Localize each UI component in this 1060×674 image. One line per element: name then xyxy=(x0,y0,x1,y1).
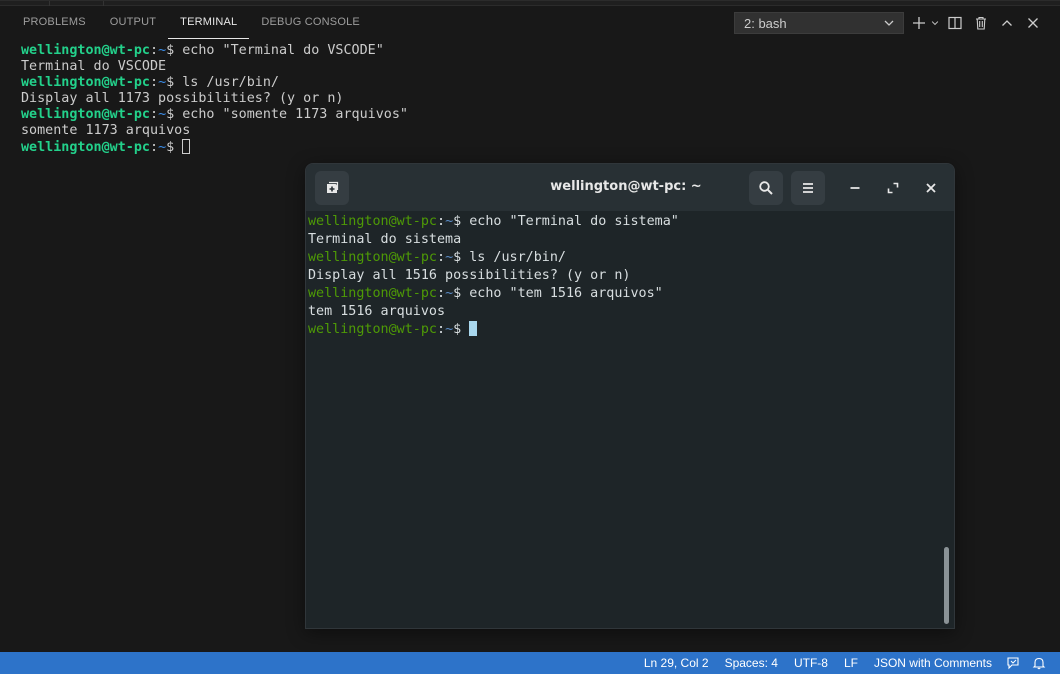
prompt-path: ~ xyxy=(445,214,454,229)
prompt-path: ~ xyxy=(445,286,454,301)
vscode-terminal-output[interactable]: wellington@wt-pc:~$ echo "Terminal do VS… xyxy=(21,43,408,156)
output-line: somente 1173 arquivos xyxy=(21,123,191,138)
terminal-line: wellington@wt-pc:~$ echo "Terminal do si… xyxy=(308,214,679,229)
terminal-line: wellington@wt-pc:~$ ls /usr/bin/ xyxy=(21,75,279,90)
bell-icon xyxy=(1032,657,1046,670)
minimize-icon xyxy=(850,187,860,189)
prompt-path: ~ xyxy=(158,140,167,155)
maximize-icon xyxy=(887,182,899,194)
prompt-user: wellington@wt-pc xyxy=(308,214,437,229)
terminal-cursor xyxy=(469,321,478,336)
terminal-actions: 2: bash xyxy=(734,12,1046,34)
prompt-user: wellington@wt-pc xyxy=(308,322,437,337)
output-line: Terminal do sistema xyxy=(308,232,462,247)
gnome-terminal-headerbar: wellington@wt-pc: ~ xyxy=(306,164,954,211)
close-icon xyxy=(1028,18,1038,28)
terminal-selector-value: 2: bash xyxy=(744,16,787,31)
close-button[interactable] xyxy=(922,179,940,197)
terminal-line: wellington@wt-pc:~$ xyxy=(21,139,408,156)
chevron-down-icon xyxy=(884,20,894,26)
scrollbar-thumb[interactable] xyxy=(944,547,949,624)
command-text: echo "Terminal do sistema" xyxy=(469,214,679,229)
search-icon xyxy=(759,181,773,195)
chevron-up-icon xyxy=(1002,20,1012,26)
terminal-selector[interactable]: 2: bash xyxy=(734,12,904,34)
prompt-path: ~ xyxy=(445,322,454,337)
prompt-user: wellington@wt-pc xyxy=(21,140,150,155)
maximize-panel-button[interactable] xyxy=(994,12,1020,34)
status-language-mode[interactable]: JSON with Comments xyxy=(866,656,1000,670)
terminal-cursor xyxy=(182,139,191,154)
prompt-user: wellington@wt-pc xyxy=(21,75,150,90)
output-line: Display all 1173 possibilities? (y or n) xyxy=(21,91,344,106)
status-indentation[interactable]: Spaces: 4 xyxy=(717,656,786,670)
command-text: echo "somente 1173 arquivos" xyxy=(182,107,408,122)
status-cursor-position[interactable]: Ln 29, Col 2 xyxy=(636,656,717,670)
prompt-path: ~ xyxy=(158,107,167,122)
launch-profile-button[interactable] xyxy=(928,12,942,34)
plus-icon xyxy=(913,17,925,29)
command-text: ls /usr/bin/ xyxy=(182,75,279,90)
prompt-user: wellington@wt-pc xyxy=(21,107,150,122)
tab-output[interactable]: OUTPUT xyxy=(98,6,168,39)
prompt-user: wellington@wt-pc xyxy=(21,43,150,58)
status-eol[interactable]: LF xyxy=(836,656,866,670)
trash-icon xyxy=(976,16,986,30)
command-text: ls /usr/bin/ xyxy=(469,250,566,265)
terminal-line: wellington@wt-pc:~$ echo "somente 1173 a… xyxy=(21,107,408,122)
tab-terminal[interactable]: TERMINAL xyxy=(168,6,250,39)
kill-terminal-button[interactable] xyxy=(968,12,994,34)
command-text: echo "tem 1516 arquivos" xyxy=(469,286,663,301)
tab-problems[interactable]: PROBLEMS xyxy=(11,6,98,39)
chevron-down-icon xyxy=(931,21,939,26)
prompt-user: wellington@wt-pc xyxy=(308,286,437,301)
prompt-path: ~ xyxy=(158,43,167,58)
split-terminal-icon xyxy=(948,16,962,30)
hamburger-menu-icon xyxy=(803,183,813,193)
feedback-icon xyxy=(1007,657,1019,670)
output-line: tem 1516 arquivos xyxy=(308,304,446,319)
terminal-line: wellington@wt-pc:~$ echo "tem 1516 arqui… xyxy=(308,286,663,301)
prompt-path: ~ xyxy=(445,250,454,265)
output-line: Display all 1516 possibilities? (y or n) xyxy=(308,268,631,283)
split-terminal-button[interactable] xyxy=(942,12,968,34)
close-icon xyxy=(926,183,936,193)
output-line: Terminal do VSCODE xyxy=(21,59,167,74)
gnome-terminal-output[interactable]: wellington@wt-pc:~$ echo "Terminal do si… xyxy=(308,213,679,339)
minimize-button[interactable] xyxy=(846,179,864,197)
terminal-line: wellington@wt-pc:~$ xyxy=(308,321,679,339)
tab-debug-console[interactable]: DEBUG CONSOLE xyxy=(249,6,372,39)
notifications-button[interactable] xyxy=(1026,652,1052,674)
status-bar: Ln 29, Col 2 Spaces: 4 UTF-8 LF JSON wit… xyxy=(0,652,1060,674)
terminal-line: wellington@wt-pc:~$ echo "Terminal do VS… xyxy=(21,43,384,58)
main-menu-button[interactable] xyxy=(791,171,825,205)
feedback-button[interactable] xyxy=(1000,652,1026,674)
panel-tabs: PROBLEMS OUTPUT TERMINAL DEBUG CONSOLE xyxy=(0,6,372,39)
close-panel-button[interactable] xyxy=(1020,12,1046,34)
gnome-terminal-window: wellington@wt-pc: ~ wellington@wt-pc:~$ … xyxy=(305,163,955,629)
new-terminal-button[interactable] xyxy=(910,12,928,34)
terminal-line: wellington@wt-pc:~$ ls /usr/bin/ xyxy=(308,250,566,265)
prompt-user: wellington@wt-pc xyxy=(308,250,437,265)
status-encoding[interactable]: UTF-8 xyxy=(786,656,836,670)
search-button[interactable] xyxy=(749,171,783,205)
command-text: echo "Terminal do VSCODE" xyxy=(182,43,384,58)
prompt-path: ~ xyxy=(158,75,167,90)
maximize-button[interactable] xyxy=(884,179,902,197)
